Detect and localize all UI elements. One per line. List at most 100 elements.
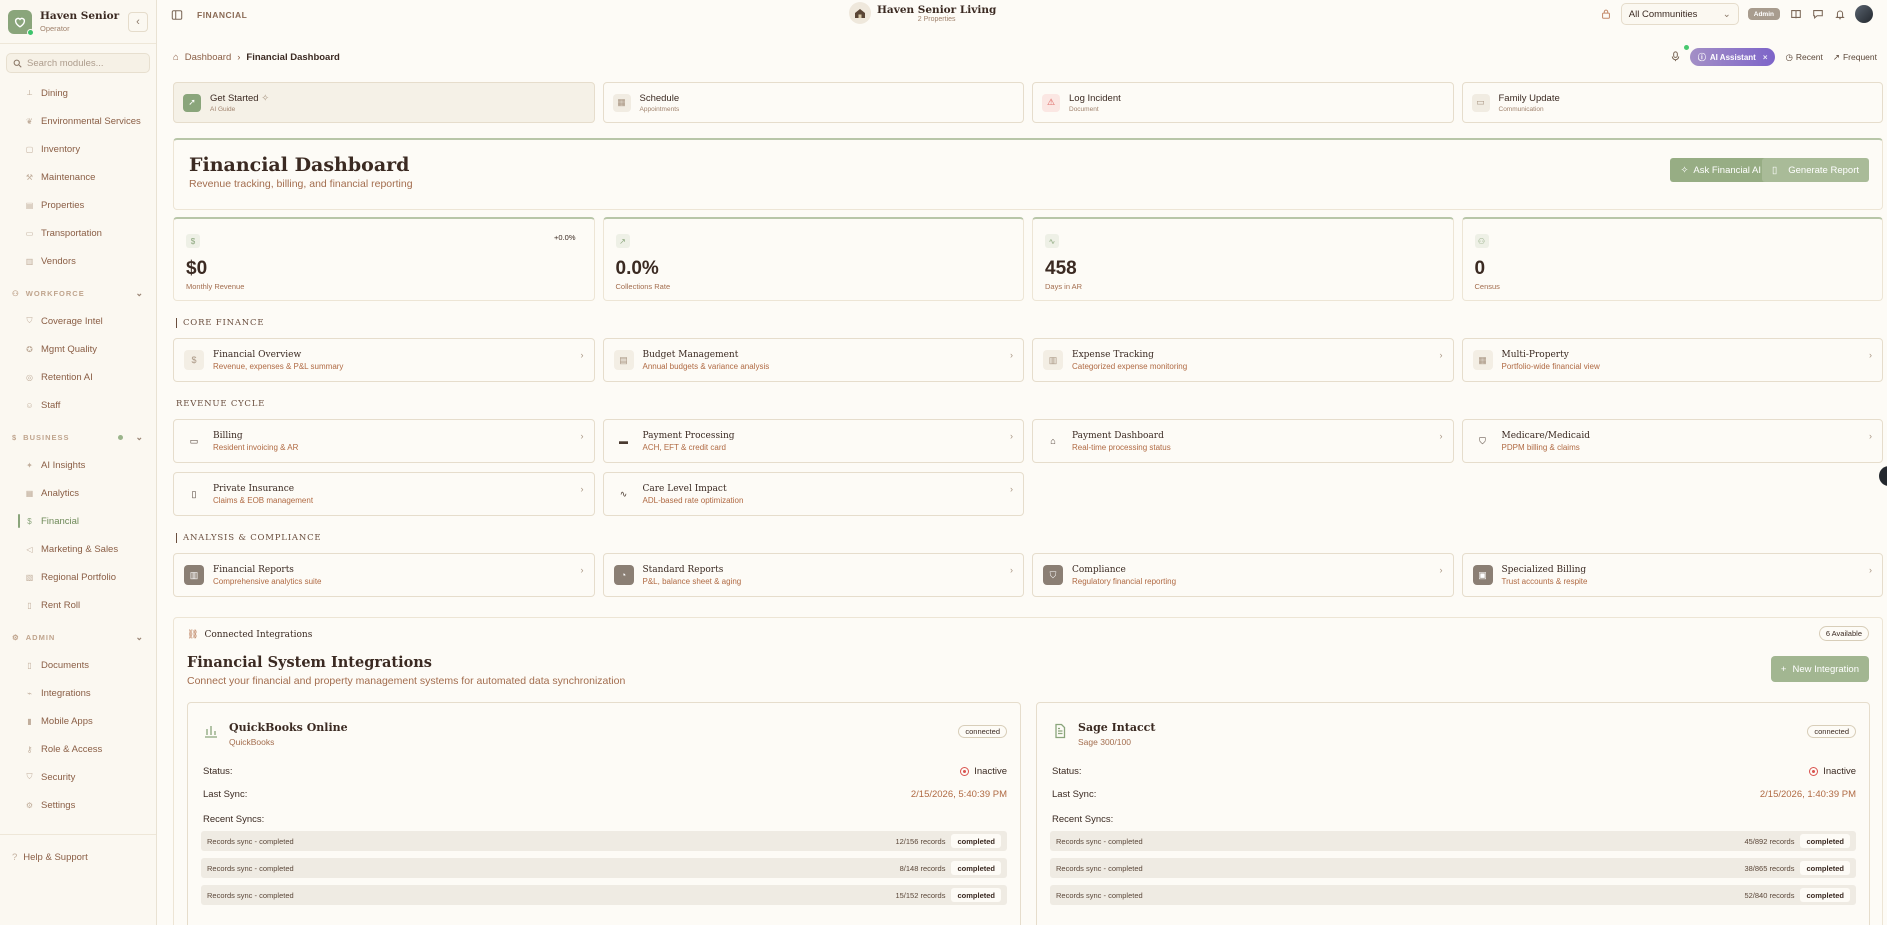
module-multi-property[interactable]: ▦ Multi-Property Portfolio-wide financial… (1461, 338, 1883, 382)
sparkle-icon: ✧ (261, 92, 270, 104)
quick-action-schedule[interactable]: ▦ Schedule Appointments (602, 82, 1024, 123)
microphone-icon[interactable] (1671, 50, 1680, 64)
module-expense-tracking[interactable]: ▥ Expense Tracking Categorized expense mo… (1032, 338, 1454, 382)
bar-chart-icon: ▥ (184, 565, 204, 585)
integration-card-quickbooks[interactable]: QuickBooks Online QuickBooks connected S… (187, 702, 1021, 925)
community-select[interactable]: All Communities ⌄ (1620, 3, 1739, 25)
sidebar-item-security[interactable]: ⛉ Security (0, 763, 156, 791)
sidebar-item-coverage-intel[interactable]: ⛉ Coverage Intel (0, 307, 156, 335)
integration-vendor: QuickBooks (229, 737, 275, 747)
sidebar-item-regional-portfolio[interactable]: ▧ Regional Portfolio (0, 563, 156, 591)
org-logo-icon[interactable] (8, 9, 34, 36)
sync-status-badge: completed (1800, 888, 1850, 902)
chevron-right-icon: › (580, 431, 584, 441)
module-title: Standard Reports (642, 564, 724, 575)
module-billing[interactable]: ▭ Billing Resident invoicing & AR › (173, 419, 595, 463)
sidebar-item-retention-ai[interactable]: ◎ Retention AI (0, 363, 156, 391)
sidebar-item-inventory[interactable]: ▢ Inventory (0, 135, 156, 163)
module-subtitle: Real-time processing status (1072, 442, 1171, 452)
sidebar-item-mobile-apps[interactable]: ▮ Mobile Apps (0, 707, 156, 735)
module-care-level-impact[interactable]: ∿ Care Level Impact ADL-based rate optimi… (602, 472, 1024, 516)
module-specialized-billing[interactable]: ▣ Specialized Billing Trust accounts & re… (1461, 553, 1883, 597)
sidebar-item-staff[interactable]: ☺ Staff (0, 391, 156, 419)
section-label: BUSINESS (23, 432, 70, 442)
sidebar-item-ai-insights[interactable]: ✦ AI Insights (0, 451, 156, 479)
smartphone-icon: ▮ (27, 716, 32, 726)
last-sync-label: Last Sync: (203, 789, 248, 800)
module-financial-overview[interactable]: $ Financial Overview Revenue, expenses & … (173, 338, 595, 382)
module-financial-reports[interactable]: ▥ Financial Reports Comprehensive analyti… (173, 553, 595, 597)
sidebar-section-workforce[interactable]: ⚇ WORKFORCE ⌄ (0, 279, 156, 307)
home-icon: ⌂ (173, 52, 179, 63)
help-support-link[interactable]: ? Help & Support (0, 847, 156, 867)
quick-action-log-incident[interactable]: ⚠ Log Incident Document (1032, 82, 1454, 123)
sidebar-item-rent-roll[interactable]: ▯ Rent Roll (0, 591, 156, 619)
sidebar-item-analytics[interactable]: ▦ Analytics (0, 479, 156, 507)
award-icon: ✪ (26, 344, 33, 354)
new-integration-button[interactable]: + New Integration (1770, 656, 1869, 682)
module-title: Payment Processing (642, 430, 735, 441)
chevron-right-icon: › (580, 350, 584, 360)
module-search-input[interactable]: Search modules... (6, 53, 150, 73)
kpi-monthly-revenue: $ +0.0% $0 Monthly Revenue (173, 217, 595, 301)
sidebar-item-financial[interactable]: $ Financial (0, 507, 156, 535)
module-payment-processing[interactable]: ▬ Payment Processing ACH, EFT & credit ca… (602, 419, 1024, 463)
module-standard-reports[interactable]: ◔ Standard Reports P&L, balance sheet & a… (602, 553, 1024, 597)
analysis-cards: ▥ Financial Reports Comprehensive analyti… (173, 553, 1883, 597)
ask-financial-ai-button[interactable]: ✧ Ask Financial AI (1670, 158, 1771, 182)
sidebar-item-settings[interactable]: ⚙ Settings (0, 791, 156, 819)
sidebar-item-environmental-services[interactable]: ❦ Environmental Services (0, 107, 156, 135)
ai-assistant-button[interactable]: ⓘ AI Assistant × (1683, 45, 1776, 66)
quick-action-title: Schedule (639, 92, 680, 104)
key-icon: ⚷ (26, 744, 33, 754)
sidebar-item-vendors[interactable]: ▥ Vendors (0, 247, 156, 275)
sidebar-item-transportation[interactable]: ▭ Transportation (0, 219, 156, 247)
integrations-label: ⛓ Connected Integrations (187, 630, 313, 640)
frequent-link[interactable]: ↗ Frequent (1833, 52, 1877, 63)
sidebar-item-documents[interactable]: ▯ Documents (0, 651, 156, 679)
sidebar-item-label: Environmental Services (41, 115, 141, 127)
page-subtitle: Revenue tracking, billing, and financial… (189, 178, 413, 190)
module-medicare-medicaid[interactable]: ⛉ Medicare/Medicaid PDPM billing & claims… (1461, 419, 1883, 463)
org-switcher[interactable]: Haven Senior Living 2 Properties (849, 2, 996, 24)
sidebar-item-mgmt-quality[interactable]: ✪ Mgmt Quality (0, 335, 156, 363)
calendar-icon: ▦ (612, 93, 631, 112)
sidebar-item-marketing-sales[interactable]: ◁ Marketing & Sales (0, 535, 156, 563)
sidebar-section-admin[interactable]: ⚙ ADMIN ⌄ (0, 623, 156, 651)
sidebar-toggle-icon[interactable] (171, 9, 183, 21)
quick-action-family-update[interactable]: ▭ Family Update Communication (1461, 82, 1883, 123)
user-avatar[interactable] (1855, 5, 1873, 23)
close-icon[interactable]: × (1763, 53, 1768, 62)
module-compliance[interactable]: ⛉ Compliance Regulatory financial reporti… (1032, 553, 1454, 597)
book-icon[interactable] (1789, 8, 1802, 21)
breadcrumb-home[interactable]: Dashboard (185, 52, 231, 63)
collapse-sidebar-button[interactable]: ‹ (128, 11, 148, 32)
module-budget-management[interactable]: ▤ Budget Management Annual budgets & vari… (602, 338, 1024, 382)
sidebar-item-maintenance[interactable]: ⚒ Maintenance (0, 163, 156, 191)
chat-icon[interactable] (1811, 8, 1824, 21)
chevron-right-icon: › (1010, 565, 1013, 575)
last-sync-value: 2/15/2026, 5:40:39 PM (910, 789, 1007, 800)
sidebar-item-integrations[interactable]: ⌁ Integrations (0, 679, 156, 707)
receipt-icon: ▯ (27, 600, 32, 610)
sidebar-item-properties[interactable]: ▤ Properties (0, 191, 156, 219)
building-icon: ▦ (1472, 350, 1493, 370)
module-private-insurance[interactable]: ▯ Private Insurance Claims & EOB manageme… (173, 472, 595, 516)
integration-card-sage-intacct[interactable]: Sage Intacct Sage 300/100 connected Stat… (1036, 702, 1870, 925)
quick-action-get-started[interactable]: ➚ Get Started ✧ AI Guide (173, 82, 595, 123)
module-payment-dashboard[interactable]: ⌂ Payment Dashboard Real-time processing … (1032, 419, 1454, 463)
sidebar-item-dining[interactable]: ⟂ Dining (0, 79, 156, 107)
inactive-status-icon (1809, 767, 1819, 776)
sidebar-item-role-access[interactable]: ⚷ Role & Access (0, 735, 156, 763)
generate-report-button[interactable]: ▯ Generate Report (1762, 158, 1869, 182)
button-label: Generate Report (1788, 164, 1859, 176)
kpi-label: Census (1474, 282, 1500, 291)
sidebar-item-label: Inventory (41, 143, 81, 155)
section-bar (176, 533, 177, 543)
module-subtitle: ADL-based rate optimization (642, 495, 744, 505)
sidebar-section-business[interactable]: $ BUSINESS ⌄ (0, 423, 156, 451)
sync-records: 12/156 records (895, 836, 946, 846)
recent-link[interactable]: ◷ Recent (1785, 52, 1822, 63)
recent-syncs-label: Recent Syncs: (1052, 814, 1114, 825)
bell-icon[interactable] (1833, 8, 1846, 21)
